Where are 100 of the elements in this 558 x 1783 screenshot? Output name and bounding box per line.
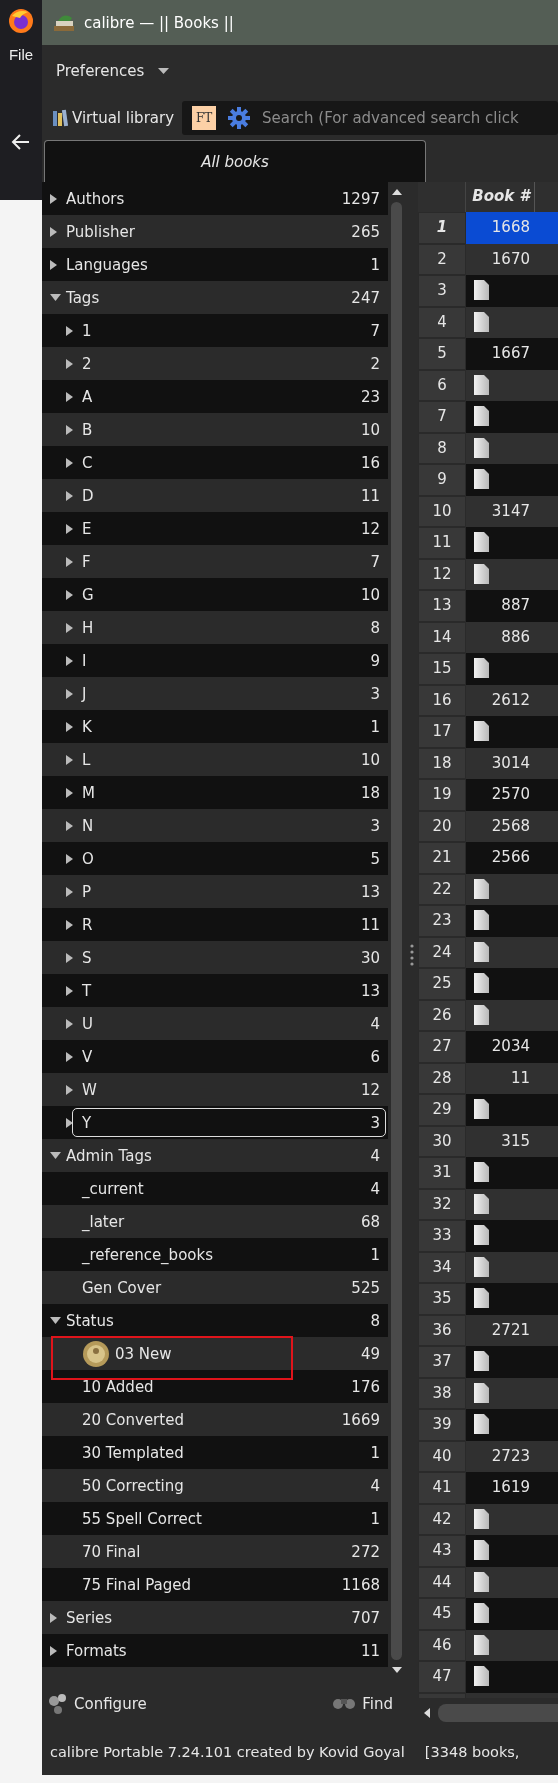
row-number[interactable]: 2	[418, 243, 466, 275]
document-icon	[474, 280, 489, 300]
gears-icon	[48, 1693, 68, 1715]
tree-item[interactable]: _current 4	[42, 1172, 388, 1205]
row-number[interactable]: 46	[418, 1629, 466, 1661]
tree-item[interactable]: V 6	[42, 1040, 388, 1073]
status-text: [3348 books,	[424, 1743, 520, 1760]
tree-item[interactable]: Formats 11	[42, 1634, 388, 1667]
row-number[interactable]: 47	[418, 1661, 466, 1693]
row-number[interactable]: 34	[418, 1251, 466, 1283]
tree-item[interactable]: O 5	[42, 842, 388, 875]
row-number[interactable]: 13	[418, 590, 466, 622]
row-number[interactable]: 27	[418, 1031, 466, 1063]
row-number[interactable]: 12	[418, 558, 466, 590]
table-cell: 3147	[466, 495, 535, 527]
tree-item[interactable]: K 1	[42, 710, 388, 743]
row-number[interactable]: 42	[418, 1503, 466, 1535]
document-icon	[474, 374, 489, 395]
row-number[interactable]: 14	[418, 621, 466, 653]
tree-item[interactable]: 75 Final Paged 1168	[42, 1568, 388, 1601]
tree-item[interactable]: Languages 1	[42, 248, 388, 281]
row-number[interactable]: 7	[418, 401, 466, 433]
row-number[interactable]: 19	[418, 779, 466, 811]
row-number[interactable]: 38	[418, 1377, 466, 1409]
table-cell	[535, 1314, 558, 1346]
row-number[interactable]: 31	[418, 1157, 466, 1189]
tree-item[interactable]: A 23	[42, 380, 388, 413]
tree-item[interactable]: E 12	[42, 512, 388, 545]
row-number[interactable]: 20	[418, 810, 466, 842]
row-number[interactable]: 26	[418, 999, 466, 1031]
table-cell: 2721	[466, 1314, 535, 1346]
row-number[interactable]: 35	[418, 1283, 466, 1315]
document-icon	[474, 721, 489, 741]
row-number[interactable]: 18	[418, 747, 466, 779]
document-icon	[474, 1162, 489, 1182]
tree-item[interactable]: 10 Added 176	[42, 1370, 388, 1403]
document-icon	[474, 1099, 489, 1119]
row-number[interactable]: 41	[418, 1472, 466, 1504]
row-number[interactable]: 30	[418, 1125, 466, 1157]
tree-item[interactable]: I 9	[42, 644, 388, 677]
table-cell: 2723	[466, 1440, 535, 1472]
tree-item[interactable]: T 13	[42, 974, 388, 1007]
header-corner	[418, 182, 466, 212]
row-number[interactable]: 4	[418, 306, 466, 338]
configure-button[interactable]: Configure	[48, 1693, 147, 1715]
search-input[interactable]: Search (For advanced search click	[262, 109, 558, 127]
settings-icon	[228, 107, 251, 129]
left-arrow-icon	[424, 1708, 430, 1718]
row-number[interactable]: 36	[418, 1314, 466, 1346]
tab[interactable]: All books	[44, 140, 426, 182]
tree-item[interactable]: Y 3	[42, 1106, 388, 1139]
column-header[interactable]: Book #	[466, 182, 535, 212]
table-cell: 2612	[466, 684, 535, 716]
row-number[interactable]: 32	[418, 1188, 466, 1220]
file-menu[interactable]: File	[8, 46, 34, 63]
row-number[interactable]: 44	[418, 1566, 466, 1598]
tree-item[interactable]: C 16	[42, 446, 388, 479]
row-number[interactable]: 25	[418, 968, 466, 1000]
row-number[interactable]: 11	[418, 527, 466, 559]
row-number[interactable]: 24	[418, 936, 466, 968]
find-button[interactable]: Find	[332, 1695, 393, 1713]
row-number[interactable]: 5	[418, 338, 466, 370]
table-cell: 2034	[466, 1031, 535, 1063]
document-icon	[474, 941, 489, 962]
row-number[interactable]: 43	[418, 1535, 466, 1567]
row-number[interactable]: 21	[418, 842, 466, 874]
row-number[interactable]: 23	[418, 905, 466, 937]
row-number[interactable]: 17	[418, 716, 466, 748]
tree-item[interactable]: _reference_books 1	[42, 1238, 388, 1271]
tree-item[interactable]: 55 Spell Correct 1	[42, 1502, 388, 1535]
document-icon	[474, 1603, 489, 1623]
search-field[interactable]: FT Search (For advanced search click	[182, 101, 558, 135]
tree-item[interactable]: 30 Templated 1	[42, 1436, 388, 1469]
row-number[interactable]: 15	[418, 653, 466, 685]
row-number[interactable]: 33	[418, 1220, 466, 1252]
row-number[interactable]: 39	[418, 1409, 466, 1441]
row-number[interactable]: 37	[418, 1346, 466, 1378]
document-icon	[474, 406, 489, 426]
row-number[interactable]: 1	[418, 212, 466, 244]
row-number[interactable]: 8	[418, 432, 466, 464]
table-cell	[535, 842, 558, 874]
table-cell	[535, 621, 558, 653]
tree-item[interactable]: Status 8	[42, 1304, 388, 1337]
tree-item[interactable]: M 18	[42, 776, 388, 809]
tree-item[interactable]: 1 7	[42, 314, 388, 347]
row-number[interactable]: 16	[418, 684, 466, 716]
row-number[interactable]: 40	[418, 1440, 466, 1472]
tree-item[interactable]: Authors 1297	[42, 182, 388, 215]
row-number[interactable]: 10	[418, 495, 466, 527]
row-number[interactable]: 28	[418, 1062, 466, 1094]
virtual-library-button[interactable]: Virtual library	[52, 109, 175, 127]
row-number[interactable]: 9	[418, 464, 466, 496]
row-number[interactable]: 29	[418, 1094, 466, 1126]
row-number[interactable]: 22	[418, 873, 466, 905]
row-number[interactable]: 3	[418, 275, 466, 307]
row-number[interactable]: 6	[418, 369, 466, 401]
preferences-button[interactable]: Preferences	[56, 62, 170, 80]
row-number[interactable]: 45	[418, 1598, 466, 1630]
tree-item[interactable]: R 11	[42, 908, 388, 941]
tree-item[interactable]: G 10	[42, 578, 388, 611]
